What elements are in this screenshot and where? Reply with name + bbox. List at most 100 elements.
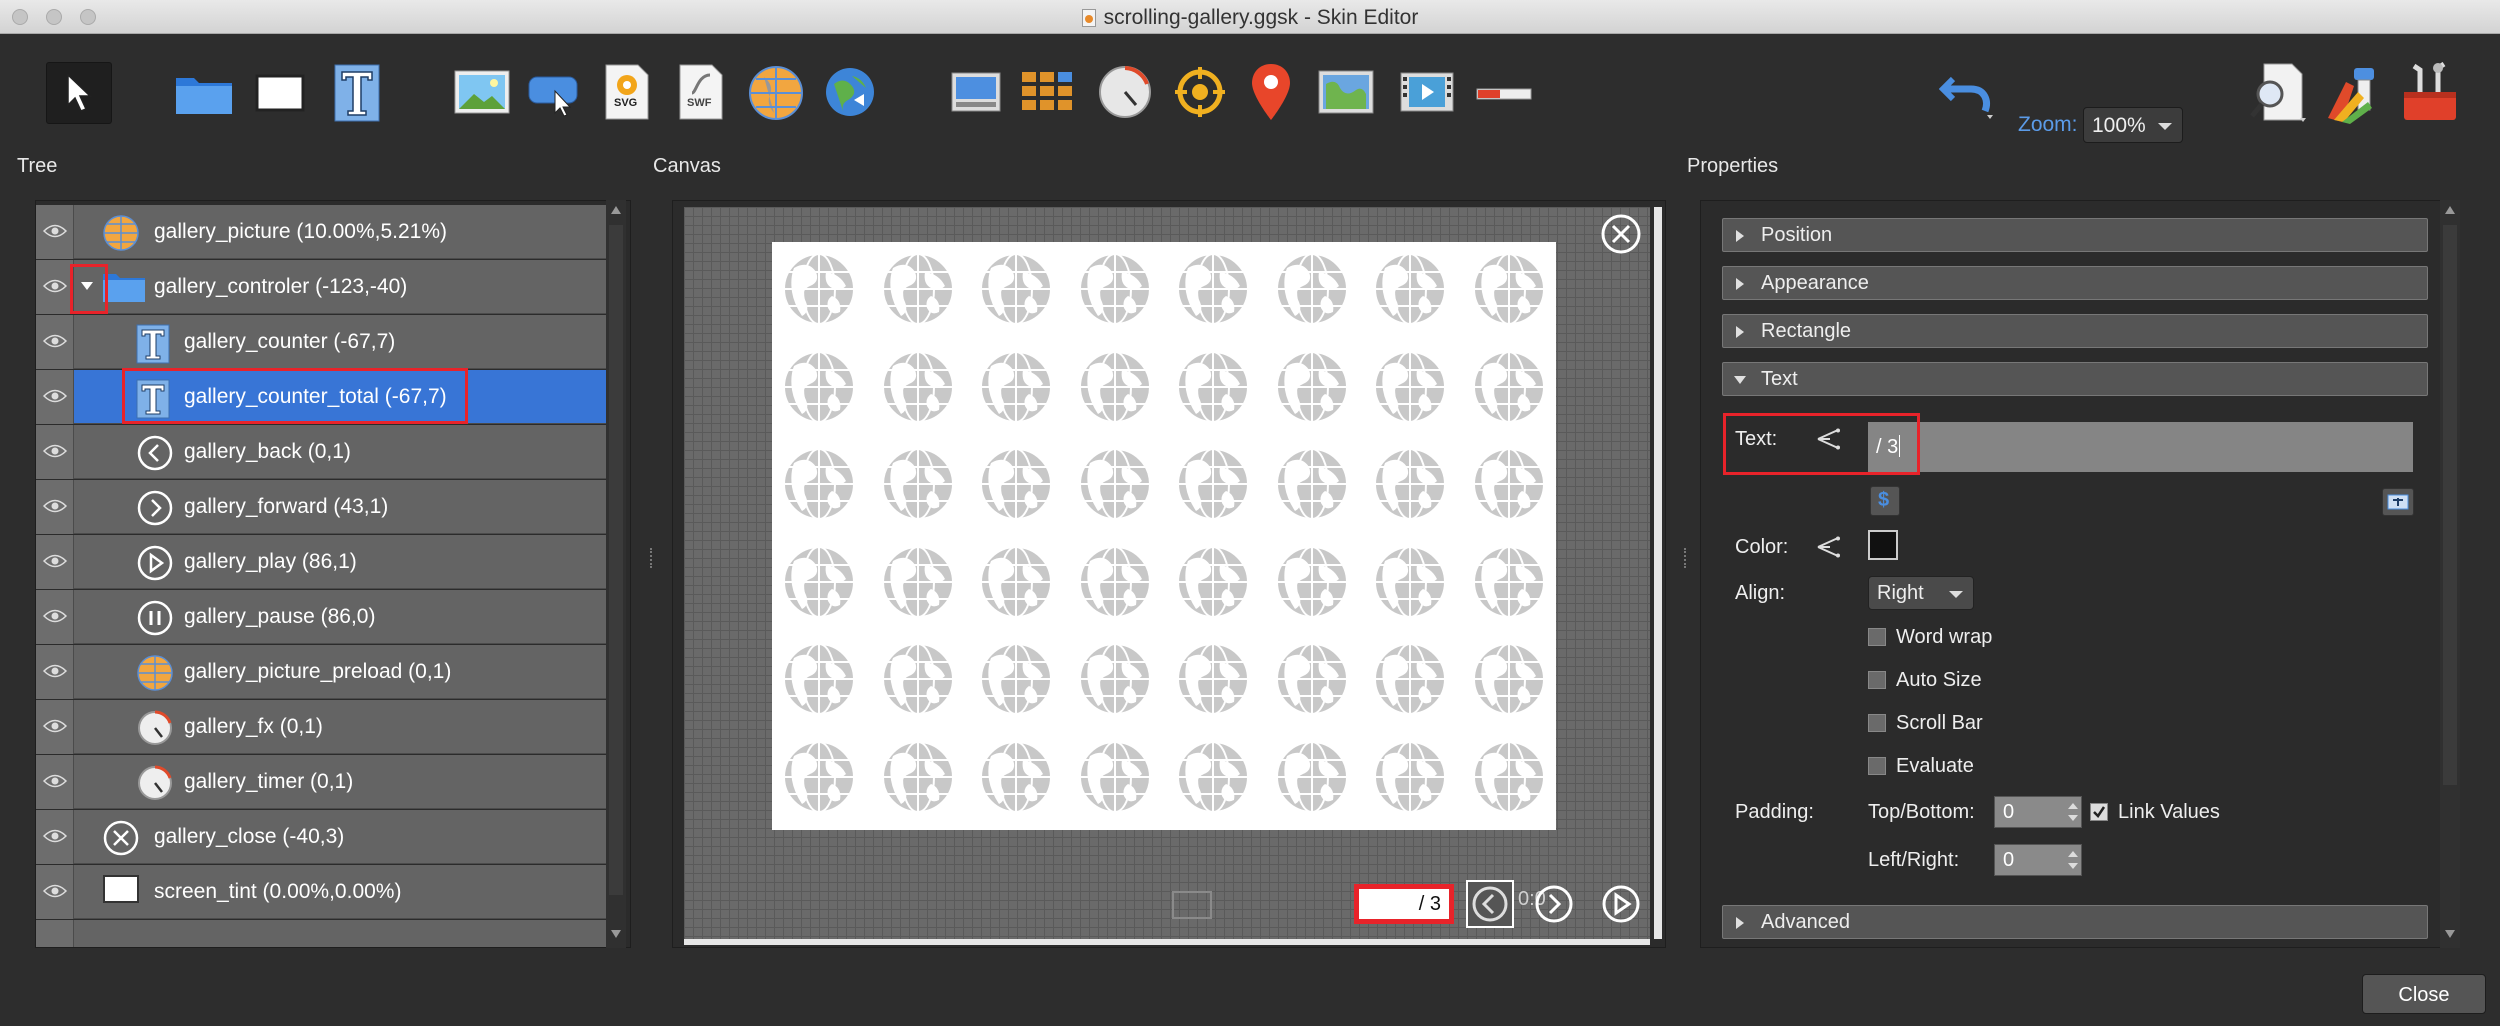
tree-row[interactable]: gallery_back (0,1) [36,425,606,479]
hotspot-tool-button[interactable] [1172,63,1228,121]
evaluate-checkbox[interactable] [1868,757,1886,775]
scroll-bar-checkbox[interactable] [1868,714,1886,732]
scroll-down-icon[interactable] [2445,930,2455,938]
left-right-stepper[interactable]: 0 [1994,844,2082,876]
color-swatch[interactable] [1868,530,1898,560]
visibility-column [36,865,74,919]
palette-button[interactable] [2322,61,2386,125]
section-position[interactable]: Position [1722,218,2428,252]
top-bottom-stepper[interactable]: 0 [1994,796,2082,828]
tree-row[interactable]: gallery_pause (86,0) [36,590,606,644]
stepper-down-icon[interactable] [2068,863,2078,869]
toolbar: SVG SWF Zoom: 100% [0,35,2500,145]
canvas-horizontal-scrollbar[interactable] [684,939,1650,945]
tree-row[interactable]: gallery_counter (-67,7) [36,315,606,369]
tree-scrollbar[interactable] [606,200,626,948]
canvas-vertical-scrollbar[interactable] [1654,207,1662,939]
map-tool-button[interactable] [822,63,878,121]
eye-icon[interactable] [43,498,67,514]
visibility-column [36,645,74,699]
stepper-up-icon[interactable] [2068,851,2078,857]
eye-icon[interactable] [43,828,67,844]
map-image-tool-button[interactable] [1316,67,1376,117]
tree-scrollbar-thumb[interactable] [609,225,623,895]
eye-icon[interactable] [43,883,67,899]
scroll-down-icon[interactable] [611,930,621,938]
eye-icon[interactable] [43,223,67,239]
eye-icon[interactable] [43,333,67,349]
eye-icon[interactable] [43,663,67,679]
gallery-thumbnail-globe-icon [1076,638,1154,720]
tree-row[interactable]: screen_tint (0.00%,0.00%) [36,865,606,919]
canvas-properties-splitter[interactable] [1684,548,1688,568]
map-pin-tool-button[interactable] [1246,61,1296,123]
canvas-back-button[interactable] [1466,880,1514,928]
edit-text-button[interactable] [2382,488,2414,516]
tree-canvas-splitter[interactable] [650,548,654,568]
eye-icon[interactable] [43,553,67,569]
tree-row[interactable]: gallery_forward (43,1) [36,480,606,534]
share-icon[interactable] [1816,428,1842,450]
section-rectangle[interactable]: Rectangle [1722,314,2428,348]
tree-row[interactable]: gallery_picture (10.00%,5.21%) [36,205,606,259]
eye-icon[interactable] [43,388,67,404]
search-button[interactable] [2246,61,2310,125]
eye-icon[interactable] [43,608,67,624]
pointer-tool-button[interactable] [46,62,112,124]
canvas-close-icon[interactable] [1600,213,1642,255]
tree-row[interactable]: gallery_counter_total (-67,7) [36,370,606,424]
panorama-tool-button[interactable] [746,63,806,123]
section-text[interactable]: Text [1722,362,2428,396]
toolbox-button[interactable] [2398,61,2462,125]
variable-button[interactable]: $ [1870,486,1900,516]
stepper-down-icon[interactable] [2068,815,2078,821]
tree-row[interactable]: gallery_play (86,1) [36,535,606,589]
eye-icon[interactable] [43,443,67,459]
expand-arrow-icon[interactable] [81,282,93,290]
share-icon[interactable] [1816,536,1842,558]
swf-tool-button[interactable]: SWF [676,61,726,123]
canvas-play-button[interactable] [1601,884,1641,924]
button-tool-button[interactable] [526,69,582,119]
close-button[interactable]: Close [2362,974,2486,1014]
svg-tool-button[interactable]: SVG [602,61,652,123]
scroll-up-icon[interactable] [611,206,621,214]
image-tool-button[interactable] [452,67,512,117]
tree-row[interactable]: gallery_fx (0,1) [36,700,606,754]
timer-icon [136,709,174,747]
link-values-checkbox[interactable] [2090,803,2108,821]
eye-icon[interactable] [43,773,67,789]
scroll-up-icon[interactable] [2445,206,2455,214]
auto-size-checkbox[interactable] [1868,671,1886,689]
video-player-tool-button[interactable] [1398,69,1456,115]
progress-bar-tool-button[interactable] [1474,79,1534,109]
gallery-thumbnail-globe-icon [1076,248,1154,330]
section-advanced[interactable]: Advanced [1722,905,2428,939]
tree-row[interactable]: gallery_picture_preload (0,1) [36,645,606,699]
cloner-tool-button[interactable] [1018,67,1078,117]
tree-row-partial[interactable] [36,920,606,947]
zoom-select[interactable]: 100% [2083,107,2183,143]
align-select[interactable]: Right [1868,576,1974,610]
properties-scrollbar-thumb[interactable] [2443,225,2457,785]
tree-row[interactable]: gallery_controler (-123,-40) [36,260,606,314]
canvas-counter-text[interactable]: / 3 [1354,884,1454,924]
container-tool-button[interactable] [172,65,236,121]
eye-icon[interactable] [43,278,67,294]
rectangle-tool-button[interactable] [250,65,310,121]
screen-tool-button[interactable] [948,69,1004,115]
canvas-forward-button[interactable] [1534,884,1574,924]
word-wrap-checkbox[interactable] [1868,628,1886,646]
properties-scrollbar[interactable] [2440,200,2460,948]
dollar-icon: $ [1878,489,1890,511]
text-tool-button[interactable] [330,61,384,125]
eye-icon[interactable] [43,718,67,734]
gallery-stage[interactable] [772,242,1556,830]
tree-row[interactable]: gallery_close (-40,3) [36,810,606,864]
undo-button[interactable] [1936,59,2000,125]
stepper-up-icon[interactable] [2068,803,2078,809]
section-appearance[interactable]: Appearance [1722,266,2428,300]
tree-row[interactable]: gallery_timer (0,1) [36,755,606,809]
dial-tool-button[interactable] [1096,63,1154,121]
text-property-input[interactable]: / 3 [1868,422,2413,472]
